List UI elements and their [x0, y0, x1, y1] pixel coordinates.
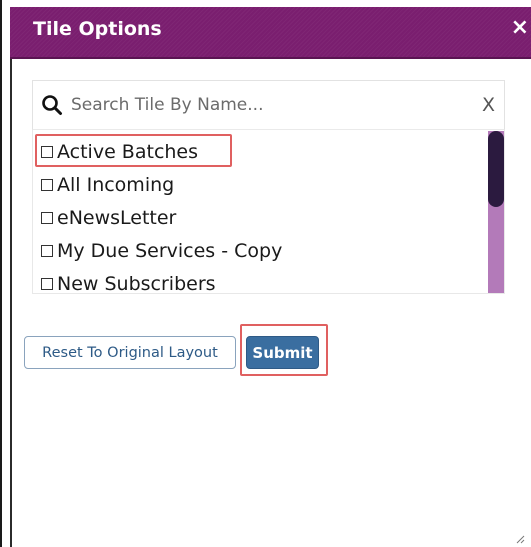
tile-checkbox[interactable] — [41, 212, 53, 224]
search-input[interactable] — [71, 90, 461, 120]
tile-item-all-incoming[interactable]: All Incoming — [41, 170, 174, 200]
tile-item-new-subscribers[interactable]: New Subscribers — [41, 269, 216, 294]
tile-label: New Subscribers — [57, 273, 216, 294]
list-scrollbar-thumb[interactable] — [488, 131, 504, 207]
submit-button[interactable]: Submit — [246, 336, 319, 369]
reset-layout-button[interactable]: Reset To Original Layout — [24, 336, 236, 369]
dialog-title: Tile Options — [33, 18, 162, 40]
dialog-header: Tile Options × — [10, 7, 531, 59]
tile-item-active-batches[interactable]: Active Batches — [41, 137, 198, 167]
search-box: X — [32, 80, 505, 130]
tile-list[interactable]: Active Batches All Incoming eNewsLetter … — [32, 130, 505, 294]
tile-item-enewsletter[interactable]: eNewsLetter — [41, 203, 176, 233]
clear-search-button[interactable]: X — [482, 94, 495, 116]
resize-grip-icon[interactable] — [515, 534, 525, 544]
tile-checkbox[interactable] — [41, 146, 53, 158]
tile-label: My Due Services - Copy — [57, 240, 283, 262]
close-icon[interactable]: × — [511, 16, 529, 40]
search-icon — [42, 95, 62, 115]
tile-checkbox[interactable] — [41, 245, 53, 257]
tile-checkbox[interactable] — [41, 278, 53, 290]
tile-label: Active Batches — [57, 141, 199, 163]
page-edge — [0, 0, 2, 547]
tile-label: eNewsLetter — [57, 207, 177, 229]
tile-label: All Incoming — [57, 174, 175, 196]
tile-checkbox[interactable] — [41, 179, 53, 191]
tile-item-my-due-services-copy[interactable]: My Due Services - Copy — [41, 236, 282, 266]
